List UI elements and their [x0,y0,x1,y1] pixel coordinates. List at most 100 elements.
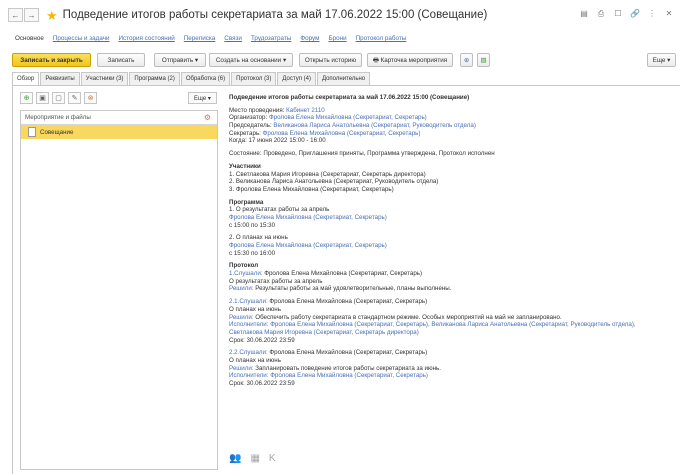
decided-value: Запланировать поведение итогов работы се… [255,364,441,372]
open-history-button[interactable]: Открыть историю [299,53,362,67]
status-value: Проведено, Приглашения приняты, Программ… [263,150,495,158]
protocol-title: Протокол [229,262,259,270]
secretary-link[interactable]: Фролова Елена Михайловна (Секретариат, С… [263,130,421,137]
forward-button[interactable]: → [24,8,39,22]
program-item-time: с 15:00 по 15:30 [229,221,276,229]
more-button[interactable]: Еще ▾ [647,53,676,67]
print-icon[interactable]: ⎙ [596,9,606,19]
tab-additional[interactable]: Дополнительно [316,72,371,85]
program-item-title: 1. О результатах работы за апрель [229,206,330,214]
excel-icon[interactable]: ▨ [477,53,490,67]
scan-icon[interactable]: ▣ [36,92,49,104]
participant-item: 3. Фролова Елена Михайловна (Секретариат… [229,185,394,193]
save-close-button[interactable]: Записать и закрыть [12,53,91,67]
place-label: Место проведения: [229,106,285,114]
place-link[interactable]: Кабинет 2110 [286,107,325,114]
heard-value: Фролова Елена Михайловна (Секретариат, С… [269,349,428,357]
files-list-title: Мероприятие и файлы [25,114,91,121]
overview-panel: ⊕ ▣ ▢ ✎ ⊗ Еще ▾ Мероприятие и файлы ⚙ Со… [12,85,680,474]
window-icon[interactable]: ☐ [613,9,623,19]
tab-program[interactable]: Программа (2) [129,72,180,85]
close-icon[interactable]: ✕ [664,9,674,19]
organizer-link[interactable]: Фролова Елена Михайловна (Секретариат, С… [269,114,427,121]
document-icon [28,127,36,137]
link-labor[interactable]: Трудозатраты [251,35,291,42]
report-icon[interactable]: ▤ [579,9,589,19]
overview-content: Подведение итогов работы секретариата за… [229,94,679,388]
decided-label[interactable]: Решили: [229,314,254,321]
section-links: Основное Процессы и задачи История состо… [15,30,406,47]
tab-access[interactable]: Доступ (4) [277,72,316,85]
create-based-button[interactable]: Создать на основании ▾ [209,53,293,67]
tab-overview[interactable]: Обзор [12,72,40,85]
executors-value[interactable]: Фролова Елена Михайловна (Секретариат, С… [270,372,428,379]
protocol-topic: О результатах работы за апрель [229,277,323,285]
program-item-time: с 15:30 по 16:00 [229,249,276,257]
window-title: Подведение итогов работы секретариата за… [62,9,488,21]
list-item-label: Совещание [40,128,74,136]
favorite-star-icon[interactable]: ★ [46,9,58,22]
k-icon[interactable]: K [269,453,276,464]
send-button[interactable]: Отправить ▾ [154,53,206,67]
tab-protocol[interactable]: Протокол (3) [231,72,277,85]
decided-label[interactable]: Решили: [229,285,254,292]
executors-value-cont[interactable]: Светлакова Мария Игоревна (Секретариат, … [229,329,679,337]
tab-bar: Обзор Реквизиты Участники (3) Программа … [12,72,371,85]
files-list-header: Мероприятие и файлы ⚙ [21,111,217,125]
decided-label[interactable]: Решили: [229,365,254,372]
organizer-label: Организатор: [229,114,268,122]
heard-label[interactable]: 2.2.Слушали: [229,349,268,356]
link-relations[interactable]: Связи [224,35,242,42]
toolbar: Записать и закрыть Записать Отправить ▾ … [12,53,676,67]
status-label: Состояние: [229,150,262,158]
files-more-button[interactable]: Еще ▾ [188,92,217,104]
executors-label[interactable]: Исполнители: [229,321,268,328]
table-icon[interactable]: ▦ [250,453,259,464]
back-button[interactable]: ← [8,8,23,22]
save-button[interactable]: Записать [97,53,145,67]
tab-requisites[interactable]: Реквизиты [40,72,80,85]
delete-icon[interactable]: ⊗ [84,92,97,104]
link-forum[interactable]: Форум [300,35,319,42]
program-item-person[interactable]: Фролова Елена Михайловна (Секретариат, С… [229,242,679,250]
edit-icon[interactable]: ✎ [68,92,81,104]
term-label: Срок: [229,380,245,387]
program-item-person[interactable]: Фролова Елена Михайловна (Секретариат, С… [229,214,679,222]
term-value: 30.06.2022 23:59 [246,336,295,344]
heard-label[interactable]: 2.1.Слушали: [229,298,268,305]
participants-title: Участники [229,162,261,170]
menu-icon[interactable]: ⋮ [647,9,657,19]
link-history[interactable]: История состояний [119,35,175,42]
title-bar: ← → ★ Подведение итогов работы секретари… [0,0,680,30]
event-card-button[interactable]: 🖶 Карточка мероприятия [367,53,453,67]
term-label: Срок: [229,336,245,344]
when-label: Когда: [229,137,247,145]
heard-value: Фролова Елена Михайловна (Секретариат, С… [269,298,428,306]
link-correspondence[interactable]: Переписка [184,35,216,42]
link-bookings[interactable]: Брони [328,35,346,42]
link-main[interactable]: Основное [15,35,44,42]
link-icon[interactable]: 🔗 [630,9,640,19]
chair-link[interactable]: Великанова Лариса Анатольевна (Секретари… [273,122,475,129]
tab-processing[interactable]: Обработка (6) [180,72,231,85]
add-icon[interactable]: ⊕ [20,92,33,104]
term-value: 30.06.2022 23:59 [246,380,295,387]
tab-participants[interactable]: Участники (3) [80,72,129,85]
when-value: 17 июня 2022 15:00 - 16:00 [248,137,326,145]
window-icons: ▤ ⎙ ☐ 🔗 ⋮ ✕ [579,9,674,19]
executors-value[interactable]: Фролова Елена Михайловна (Секретариат, С… [270,321,635,328]
protocol-topic: О планах на июнь [229,356,281,364]
files-list: Мероприятие и файлы ⚙ Совещание [20,110,218,470]
list-item[interactable]: Совещание [21,125,217,139]
bottom-icons: 👥 ▦ K [229,453,276,464]
new-file-icon[interactable]: ▢ [52,92,65,104]
link-processes[interactable]: Процессы и задачи [53,35,110,42]
settings-gear-icon[interactable]: ⚙ [204,113,211,122]
link-work-log[interactable]: Протокол работы [356,35,407,42]
executors-label[interactable]: Исполнители: [229,372,268,379]
decided-value: Обеспечить работу секретариата в стандар… [255,313,562,321]
participants-icon[interactable]: 👥 [229,453,241,464]
help-icon[interactable]: ⊕ [460,53,473,67]
decided-value: Результаты работы за май удовлетворитель… [255,285,452,293]
heard-label[interactable]: 1.Слушали: [229,270,263,277]
